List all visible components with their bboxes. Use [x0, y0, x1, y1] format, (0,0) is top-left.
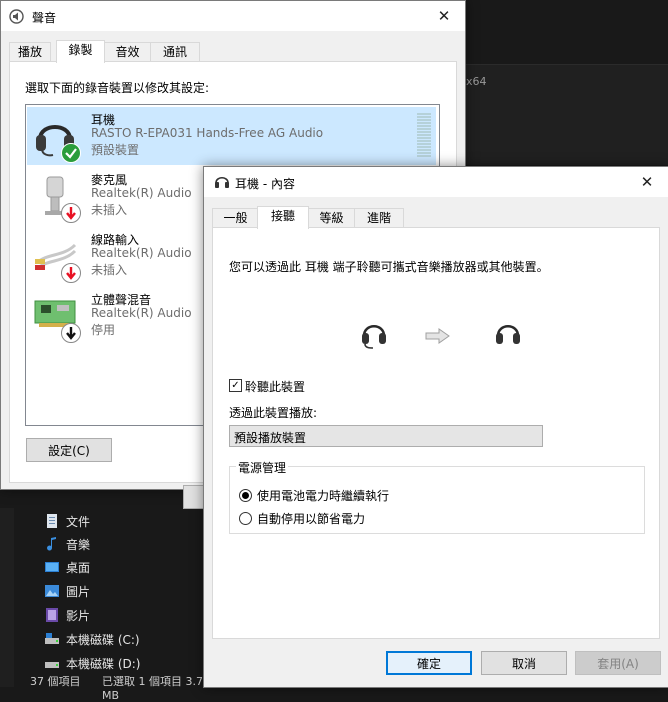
selection-info: 已選取 1 個項目 3.79 MB: [102, 675, 210, 702]
radio-label[interactable]: 使用電池電力時繼續執行: [257, 487, 389, 504]
nav-item-label: 圖片: [66, 584, 91, 599]
playback-device-select[interactable]: 預設播放裝置 ⌄: [229, 425, 543, 447]
tab-advanced[interactable]: 進階: [354, 208, 404, 228]
headset-properties-dialog: 耳機 - 內容 ✕ 一般 接聽 等級 進階 您可以透過此 耳機 端子聆聽可攜式音…: [203, 166, 668, 688]
device-driver: Realtek(R) Audio: [91, 186, 192, 200]
speaker-settings-icon: [9, 9, 24, 27]
close-icon: ✕: [437, 7, 451, 25]
nav-item-drive-d[interactable]: 本機磁碟 (D:): [44, 652, 140, 674]
radio-auto-disable[interactable]: [239, 512, 252, 525]
device-status: 未插入: [91, 263, 128, 277]
listen-panel: 您可以透過此 耳機 端子聆聽可攜式音樂播放器或其他裝置。 ✓ 聆聽此裝置 透過此…: [212, 227, 660, 639]
window-title: 聲音: [32, 11, 57, 25]
device-driver: Realtek(R) Audio: [91, 246, 192, 260]
nav-item-label: 影片: [66, 608, 91, 623]
close-button[interactable]: ✕: [423, 1, 465, 31]
playback-through-label: 透過此裝置播放:: [229, 406, 318, 420]
drive-icon: [44, 631, 60, 647]
device-status: 預設裝置: [91, 143, 140, 157]
tab-playback[interactable]: 播放: [9, 42, 51, 62]
window-title: 耳機 - 內容: [235, 177, 295, 191]
headphones-target-icon: [495, 320, 521, 353]
tab-listen[interactable]: 接聽: [257, 206, 309, 229]
disabled-arrow-icon: [61, 323, 81, 346]
device-status: 未插入: [91, 203, 128, 217]
headset-small-icon: [214, 174, 230, 193]
nav-item-label: 本機磁碟 (D:): [66, 656, 141, 671]
explorer-status-bar: 37 個項目 已選取 1 個項目 3.79 MB: [0, 672, 210, 702]
nav-item-documents[interactable]: 文件: [44, 510, 90, 532]
nav-item-label: 桌面: [66, 560, 91, 575]
radio-label[interactable]: 自動停用以節省電力: [257, 510, 365, 527]
nav-item-music[interactable]: 音樂: [44, 533, 90, 555]
device-status: 停用: [91, 323, 116, 337]
nav-item-desktop[interactable]: 桌面: [44, 556, 90, 578]
unplugged-arrow-icon: [61, 263, 81, 286]
tab-general[interactable]: 一般: [212, 208, 259, 228]
unplugged-arrow-icon: [61, 203, 81, 226]
radio-continue-on-battery[interactable]: [239, 489, 252, 502]
cancel-button[interactable]: 取消: [481, 651, 567, 675]
nav-item-pictures[interactable]: 圖片: [44, 580, 90, 602]
list-item[interactable]: 耳機 RASTO R-EPA031 Hands-Free AG Audio 預設…: [27, 107, 436, 165]
properties-titlebar: 耳機 - 內容 ✕: [204, 167, 668, 197]
drive-icon: [44, 655, 60, 671]
nav-item-drive-c[interactable]: 本機磁碟 (C:): [44, 628, 140, 650]
right-arrow-icon: [425, 328, 451, 347]
document-icon: [44, 513, 60, 529]
instruction-text: 選取下面的錄音裝置以修改其設定:: [25, 81, 210, 95]
listen-checkbox-label[interactable]: 聆聽此裝置: [245, 378, 305, 395]
chevron-down-icon: ⌄: [234, 427, 244, 440]
tab-levels[interactable]: 等級: [307, 208, 356, 228]
tab-sound-effects[interactable]: 音效: [103, 42, 152, 62]
tab-communications[interactable]: 通訊: [150, 42, 200, 62]
video-icon: [44, 607, 60, 623]
close-icon: ✕: [640, 173, 654, 191]
device-driver: RASTO R-EPA031 Hands-Free AG Audio: [91, 126, 324, 140]
nav-item-videos[interactable]: 影片: [44, 604, 90, 626]
sound-titlebar: 聲音 ✕: [1, 1, 465, 31]
power-management-group: 電源管理 使用電池電力時繼續執行 自動停用以節省電力: [229, 459, 645, 534]
listen-checkbox[interactable]: ✓: [229, 379, 242, 392]
explorer-details-area: x64: [464, 64, 668, 165]
nav-item-label: 音樂: [66, 537, 91, 552]
nav-item-label: 本機磁碟 (C:): [66, 632, 140, 647]
picture-icon: [44, 583, 60, 599]
group-title: 電源管理: [236, 459, 289, 476]
level-meter: [417, 113, 431, 159]
apply-button[interactable]: 套用(A): [575, 651, 661, 675]
default-check-icon: [61, 143, 81, 166]
desktop-icon: [44, 559, 60, 575]
tab-recording[interactable]: 錄製: [56, 40, 105, 63]
nav-item-label: 文件: [66, 514, 91, 529]
device-driver: Realtek(R) Audio: [91, 306, 192, 320]
listen-description: 您可以透過此 耳機 端子聆聽可攜式音樂播放器或其他裝置。: [229, 260, 549, 274]
ok-button[interactable]: 確定: [386, 651, 472, 675]
close-button[interactable]: ✕: [626, 167, 668, 197]
explorer-side-text: x64: [466, 75, 487, 88]
configure-button[interactable]: 設定(C): [26, 438, 112, 462]
explorer-left-edge: [0, 508, 14, 687]
music-note-icon: [44, 536, 60, 552]
headset-source-icon: [361, 320, 387, 353]
